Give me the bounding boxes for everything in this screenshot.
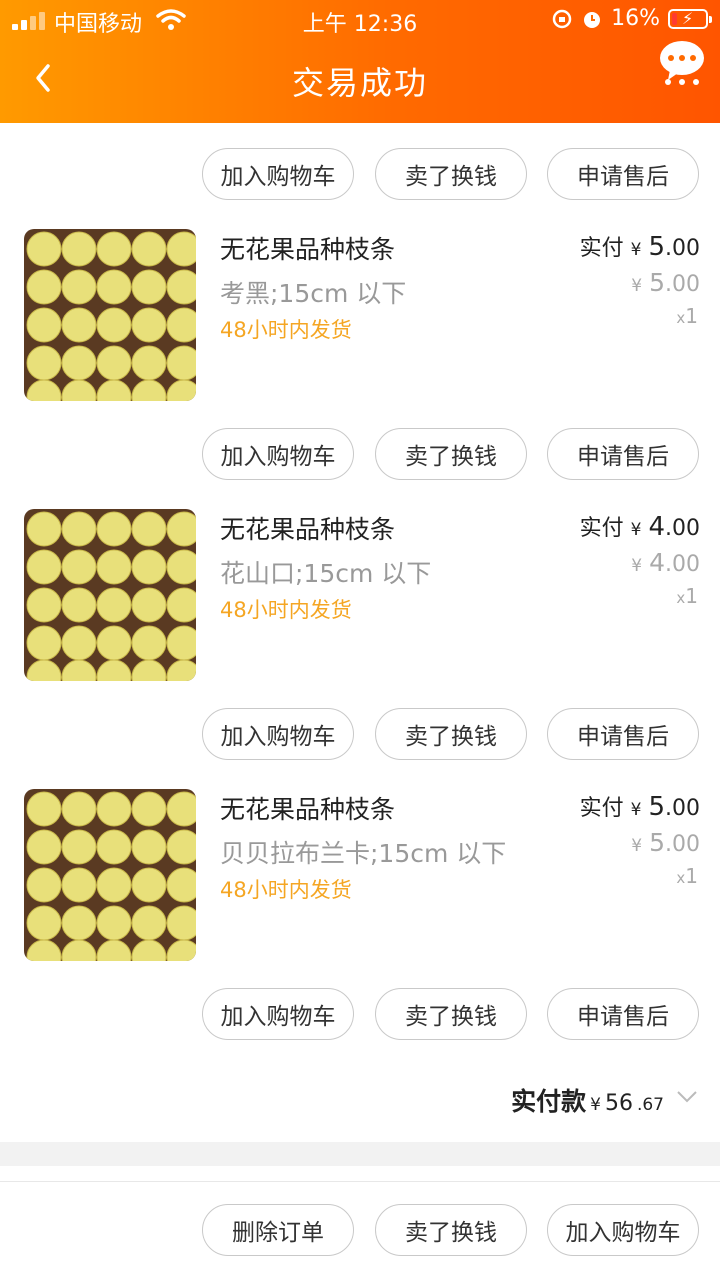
product-name[interactable]: 无花果品种枝条	[220, 230, 395, 266]
quantity: x1	[676, 864, 698, 888]
sell-button[interactable]: 卖了换钱	[375, 428, 527, 480]
after-sale-button[interactable]: 申请售后	[547, 428, 699, 480]
add-cart-button[interactable]: 加入购物车	[202, 428, 354, 480]
delete-order-button[interactable]: 删除订单	[202, 1204, 354, 1256]
sell-button[interactable]: 卖了换钱	[375, 708, 527, 760]
rotation-lock-icon	[552, 9, 572, 28]
quantity: x1	[676, 304, 698, 328]
shipping-note: 48小时内发货	[220, 598, 352, 622]
after-sale-button[interactable]: 申请售后	[547, 988, 699, 1040]
chevron-down-icon[interactable]	[676, 1090, 698, 1104]
product-image[interactable]	[24, 789, 196, 961]
product-image[interactable]	[24, 229, 196, 401]
order-total: 实付款 ¥ 56.67	[511, 1087, 664, 1116]
product-name[interactable]: 无花果品种枝条	[220, 790, 395, 826]
quantity: x1	[676, 584, 698, 608]
paid-price: 实付 ¥ 5.00	[579, 232, 700, 262]
shipping-note: 48小时内发货	[220, 878, 352, 902]
battery-icon: ⚡	[668, 8, 712, 29]
alarm-icon	[584, 11, 601, 28]
product-image[interactable]	[24, 509, 196, 681]
footer-divider	[0, 1181, 720, 1182]
status-right: 16% ⚡	[551, 6, 712, 31]
paid-price: 实付 ¥ 4.00	[579, 512, 700, 542]
paid-price: 实付 ¥ 5.00	[579, 792, 700, 822]
after-sale-button[interactable]: 申请售后	[547, 148, 699, 200]
original-price: ¥ 4.00	[631, 548, 700, 577]
product-name[interactable]: 无花果品种枝条	[220, 510, 395, 546]
add-cart-button[interactable]: 加入购物车	[202, 708, 354, 760]
original-price: ¥ 5.00	[631, 828, 700, 857]
sell-button[interactable]: 卖了换钱	[375, 988, 527, 1040]
shipping-note: 48小时内发货	[220, 318, 352, 342]
add-cart-button[interactable]: 加入购物车	[547, 1204, 699, 1256]
section-divider	[0, 1142, 720, 1166]
status-bar: 中国移动 上午 12:36 16% ⚡	[0, 0, 720, 40]
product-sku: 考黑;15cm 以下	[220, 279, 407, 308]
product-sku: 花山口;15cm 以下	[220, 559, 432, 588]
battery-percent: 16%	[611, 6, 660, 31]
sell-button[interactable]: 卖了换钱	[375, 148, 527, 200]
header-bar: 中国移动 上午 12:36 16% ⚡ 交易成功	[0, 0, 720, 123]
sell-button[interactable]: 卖了换钱	[375, 1204, 527, 1256]
product-sku: 贝贝拉布兰卡;15cm 以下	[220, 839, 507, 868]
add-cart-button[interactable]: 加入购物车	[202, 148, 354, 200]
after-sale-button[interactable]: 申请售后	[547, 708, 699, 760]
add-cart-button[interactable]: 加入购物车	[202, 988, 354, 1040]
page-title: 交易成功	[291, 64, 428, 102]
original-price: ¥ 5.00	[631, 268, 700, 297]
more-icon[interactable]	[658, 40, 706, 88]
